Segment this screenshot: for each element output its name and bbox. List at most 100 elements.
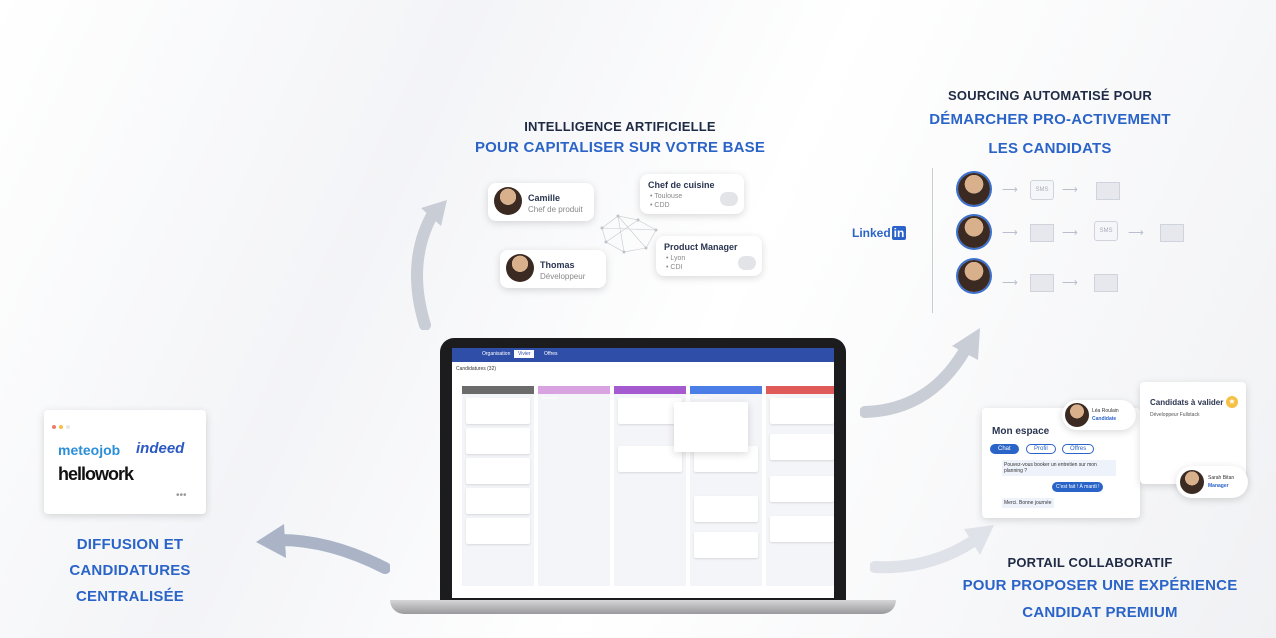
avatar	[1180, 470, 1204, 494]
job-location: • Lyon	[666, 255, 686, 262]
laptop-base	[390, 600, 896, 614]
kanban-column: Contacté	[538, 386, 610, 586]
ai-heading-line2: POUR CAPITALISER SUR VOTRE BASE	[474, 139, 766, 156]
candidate-card-camille: Camille Chef de produit	[488, 183, 594, 221]
portal-title: Mon espace	[992, 426, 1050, 437]
job-contract: • CDI	[666, 264, 683, 271]
tab-profil[interactable]: Profil	[1026, 444, 1056, 454]
score-badge	[720, 192, 738, 206]
column-header: Contacté	[538, 386, 610, 400]
manager-role: Manager	[1208, 483, 1229, 489]
job-card-product-manager: Product Manager • Lyon • CDI	[656, 236, 762, 276]
column-header: À traiter	[462, 386, 534, 400]
avatar	[958, 173, 990, 205]
curved-arrow-up-right-icon	[860, 328, 980, 418]
arrow-right-icon: ⟶	[1062, 277, 1078, 289]
candidate-card[interactable]	[618, 398, 682, 424]
envelope-icon	[1094, 274, 1118, 292]
diffusion-heading-line2: CANDIDATURES	[69, 562, 191, 579]
diffusion-heading-line3: CENTRALISÉE	[75, 588, 185, 605]
arrow-right-icon: ⟶	[1128, 227, 1144, 239]
validate-title: Candidats à valider	[1150, 398, 1224, 407]
indeed-logo: indeed	[136, 440, 185, 457]
score-badge	[738, 256, 756, 270]
column-header: Entretien	[690, 386, 762, 400]
candidate-card[interactable]	[694, 532, 758, 558]
hellowork-logo: hellowork	[58, 464, 134, 484]
linkedin-logo: Linked in	[852, 226, 907, 240]
linkedin-label: Linked	[852, 226, 891, 240]
nav-tab-offres[interactable]: Offres	[544, 351, 558, 357]
jobboards-window: meteojob indeed hellowork •••	[44, 410, 206, 514]
column-header: Refusé	[766, 386, 834, 400]
manager-badge: Sarah Bitan Manager	[1176, 466, 1248, 498]
arrow-right-icon: ⟶	[1002, 184, 1018, 196]
meteojob-logo: meteojob	[58, 442, 121, 458]
ai-heading-line1: INTELLIGENCE ARTIFICIELLE	[524, 119, 716, 134]
portail-heading-line2: POUR PROPOSER UNE EXPÉRIENCE	[962, 577, 1238, 594]
laptop-screen: Organisation Vivier Offres Candidatures …	[440, 338, 846, 600]
kanban-column: À traiter	[462, 386, 534, 586]
chat-message: Merci. Bonne journée	[1002, 498, 1054, 508]
candidate-card-thomas: Thomas Développeur	[500, 250, 606, 288]
neural-network-icon	[600, 214, 658, 254]
sourcing-heading-line3: LES CANDIDATS	[988, 140, 1112, 157]
arrow-right-icon: ⟶	[1062, 184, 1078, 196]
nav-tab-organisation[interactable]: Organisation	[482, 351, 510, 357]
chat-message: Pouvez-vous booker un entretien sur mon …	[1002, 460, 1116, 476]
nav-tab-vivier[interactable]: Vivier	[514, 350, 535, 358]
avatar	[506, 254, 534, 282]
candidate-card[interactable]	[618, 446, 682, 472]
candidate-card[interactable]	[466, 518, 530, 544]
avatar	[958, 260, 990, 292]
tab-offres[interactable]: Offres	[1062, 444, 1095, 454]
kanban-column: Refusé	[766, 386, 834, 586]
curved-arrow-down-right-icon	[870, 525, 994, 574]
candidate-card[interactable]	[466, 488, 530, 514]
avatar	[494, 187, 522, 215]
job-title: Chef de cuisine	[648, 180, 715, 190]
candidate-card[interactable]	[770, 398, 834, 424]
envelope-icon	[1160, 224, 1184, 242]
envelope-icon	[1096, 182, 1120, 200]
envelope-icon	[1030, 274, 1054, 292]
app-navbar: Organisation Vivier Offres	[452, 348, 834, 362]
sourcing-heading-line1: SOURCING AUTOMATISÉ POUR	[948, 88, 1152, 103]
diffusion-heading-line1: DIFFUSION ET	[76, 536, 184, 553]
tab-chat[interactable]: Chat	[990, 444, 1019, 454]
candidate-card[interactable]	[466, 428, 530, 454]
sms-icon: SMS	[1030, 180, 1054, 200]
curved-arrow-left-icon	[256, 524, 390, 574]
avatar	[1065, 403, 1089, 427]
avatar	[958, 216, 990, 248]
app-screen: Organisation Vivier Offres Candidatures …	[452, 348, 834, 598]
toolbar-label: Candidatures (32)	[456, 366, 497, 372]
user-role: Candidate	[1092, 416, 1117, 422]
candidate-card[interactable]	[466, 458, 530, 484]
manager-name: Sarah Bitan	[1208, 475, 1235, 481]
sms-icon: SMS	[1094, 221, 1118, 241]
star-icon: ★	[1226, 396, 1238, 408]
dragged-card[interactable]	[674, 402, 748, 452]
divider	[932, 168, 933, 313]
curved-arrow-up-left-icon	[411, 200, 447, 330]
candidate-name: Camille	[528, 193, 561, 203]
candidate-card[interactable]	[694, 496, 758, 522]
envelope-icon	[1030, 224, 1054, 242]
column-header: Qualification	[614, 386, 686, 400]
candidate-role: Développeur	[540, 272, 586, 281]
candidate-card[interactable]	[770, 434, 834, 460]
portail-heading-line3: CANDIDAT PREMIUM	[1022, 604, 1178, 621]
candidate-card[interactable]	[466, 398, 530, 424]
linkedin-in: in	[891, 226, 907, 240]
user-name: Léa Roulain	[1092, 408, 1119, 414]
window-dots	[52, 416, 70, 434]
validate-subtitle: Développeur Fullstack	[1150, 412, 1200, 418]
candidate-card[interactable]	[770, 476, 834, 502]
candidate-card[interactable]	[770, 516, 834, 542]
arrow-right-icon: ⟶	[1002, 277, 1018, 289]
sourcing-heading-line2: DÉMARCHER PRO-ACTIVEMENT	[929, 111, 1171, 128]
candidate-role: Chef de produit	[528, 205, 583, 214]
user-badge: Léa Roulain Candidate	[1062, 400, 1136, 430]
chat-message: C'est fait ! À mardi !	[1052, 482, 1104, 492]
